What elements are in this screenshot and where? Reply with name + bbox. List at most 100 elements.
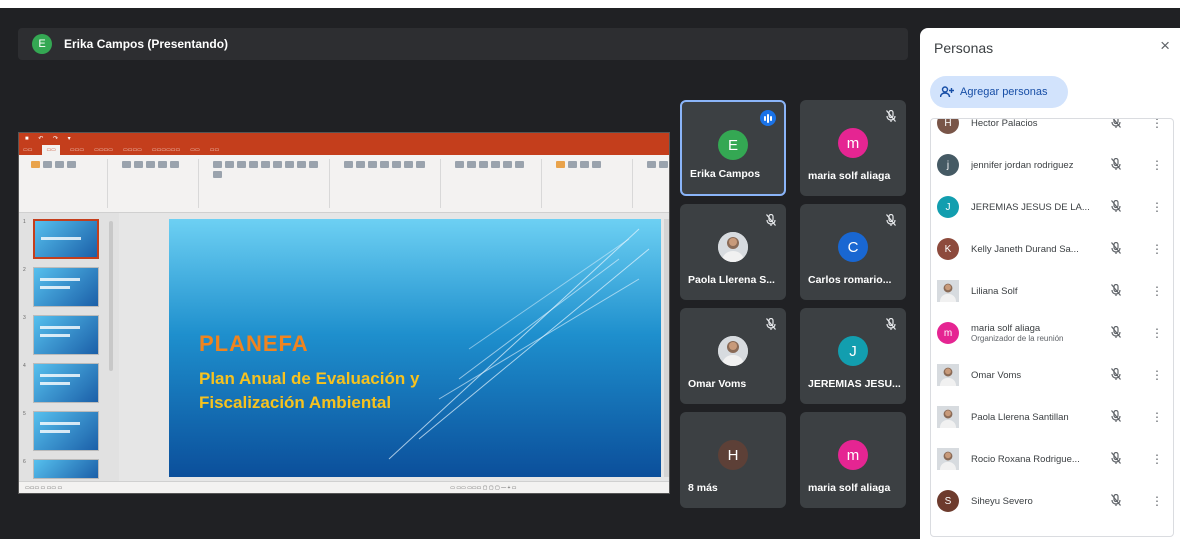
participant-avatar: m [937,322,959,344]
participant-avatar [937,448,959,470]
close-icon[interactable]: × [1160,36,1170,56]
more-options-icon[interactable]: ⋮ [1151,410,1163,424]
ribbon-group [550,159,633,208]
more-options-icon[interactable]: ⋮ [1151,242,1163,256]
participant-avatar: J [937,196,959,218]
participant-row[interactable]: H Hector Palacios ⋮ [931,119,1173,140]
ppt-title-bar: ■ ↶ ↷ ▾ [19,133,669,145]
participant-avatar: E [718,130,748,160]
mic-off-icon [886,109,896,124]
participant-name: Siheyu Severo [971,495,1033,507]
slide-thumbnail[interactable] [33,411,99,451]
slide-thumbnail[interactable] [33,459,99,479]
mic-off-icon[interactable] [1111,493,1121,509]
participant-row[interactable]: Paola Llerena Santillan ⋮ [931,400,1173,434]
presenter-label: Erika Campos (Presentando) [64,37,229,51]
ppt-tab: ▭▭ [23,147,33,153]
add-people-button[interactable]: Agregar personas [930,76,1068,108]
thumbnail-scrollbar[interactable] [109,221,113,371]
participant-row[interactable]: Omar Voms ⋮ [931,358,1173,392]
participant-tile[interactable]: E Erika Campos [680,100,786,196]
participant-tile[interactable]: C Carlos romario... [800,204,906,300]
participant-avatar: H [718,440,748,470]
ribbon-group [116,159,199,208]
people-list[interactable]: H Hector Palacios ⋮ j jennifer jordan rodrig… [930,118,1174,537]
slide-thumbnail[interactable] [33,267,99,307]
participant-tile[interactable]: Omar Voms [680,308,786,404]
participant-name: 8 más [688,482,718,494]
ribbon-group [338,159,441,208]
participant-name: Erika Campos [690,168,761,180]
participant-row[interactable]: m maria solf aliaga Organizador de la reun… [931,316,1173,350]
participant-name: Liliana Solf [971,285,1018,297]
participant-avatar [937,280,959,302]
more-options-icon[interactable]: ⋮ [1151,452,1163,466]
add-person-icon [940,86,954,98]
slide-thumbnails[interactable]: 1 2 3 4 5 6 [19,213,119,483]
presenter-avatar: E [32,34,52,54]
slide-subtitle-line2: Fiscalización Ambiental [199,393,392,412]
participant-row[interactable]: K Kelly Janeth Durand Sa... ⋮ [931,232,1173,266]
ribbon-group [641,159,669,208]
participant-tile[interactable]: m maria solf aliaga [800,100,906,196]
participant-row[interactable]: J JEREMIAS JESUS DE LA... ⋮ [931,190,1173,224]
ppt-tab: ▭▭▭▭▭▭ [151,147,181,153]
ribbon-group [449,159,542,208]
participant-name: Paola Llerena Santillan [971,411,1069,423]
quick-access-icons: ■ ↶ ↷ ▾ [25,136,75,142]
participant-tile[interactable]: H8 más [680,412,786,508]
slide-thumbnail[interactable] [33,315,99,355]
ppt-status-bar: ▭▭▭ ▭ ▭▭ ▭ ▭ ▭▭ ▭▭▭ ▢ ▢ ▢ — + ▭ [19,481,669,493]
more-options-icon[interactable]: ⋮ [1151,326,1163,340]
participant-name: Paola Llerena S... [688,274,775,286]
mic-off-icon [886,213,896,228]
shared-screen[interactable]: ■ ↶ ↷ ▾ ▭▭ ▭▭ ▭▭▭ ▭▭▭▭ ▭▭▭▭ ▭▭▭▭▭▭ ▭▭ ▭▭… [18,132,670,494]
ppt-ribbon-tabs: ▭▭ ▭▭ ▭▭▭ ▭▭▭▭ ▭▭▭▭ ▭▭▭▭▭▭ ▭▭ ▭▭ [19,145,669,155]
more-options-icon[interactable]: ⋮ [1151,284,1163,298]
participant-row[interactable]: Rocio Roxana Rodrigue... ⋮ [931,442,1173,476]
slide-thumbnail[interactable] [33,363,99,403]
mic-off-icon [766,317,776,332]
participant-avatar: m [838,128,868,158]
speaking-indicator-icon [760,110,776,126]
more-options-icon[interactable]: ⋮ [1151,158,1163,172]
slide-canvas[interactable]: PLANEFA Plan Anual de Evaluación y Fisca… [169,219,661,477]
presenter-bar: E Erika Campos (Presentando) [18,28,908,60]
participant-name: jennifer jordan rodriguez [971,159,1074,171]
participant-avatar: S [937,490,959,512]
participant-tile[interactable]: Paola Llerena S... [680,204,786,300]
participant-name: maria solf aliaga [808,170,891,182]
ppt-tab: ▭▭▭▭ [94,147,113,153]
participant-avatar: C [838,232,868,262]
mic-off-icon[interactable] [1111,157,1121,173]
mic-off-icon [886,317,896,332]
slide-scrollbar[interactable] [664,219,669,477]
participant-avatar [937,364,959,386]
ppt-tab: ▭▭ [209,147,220,153]
participant-tile[interactable]: m maria solf aliaga [800,412,906,508]
participant-avatar: J [838,336,868,366]
people-panel: Personas × Agregar personas H Hector Pala… [920,28,1180,547]
participant-name: Omar Voms [971,369,1022,381]
participant-row[interactable]: j jennifer jordan rodriguez ⋮ [931,148,1173,182]
more-options-icon[interactable]: ⋮ [1151,119,1163,130]
mic-off-icon[interactable] [1111,241,1121,257]
mic-off-icon[interactable] [1111,367,1121,383]
mic-off-icon[interactable] [1111,409,1121,425]
mic-off-icon[interactable] [1111,325,1121,341]
participant-row[interactable]: S Siheyu Severo ⋮ [931,484,1173,518]
participant-row[interactable]: Liliana Solf ⋮ [931,274,1173,308]
mic-off-icon[interactable] [1111,283,1121,299]
participant-avatar: K [937,238,959,260]
participant-tile[interactable]: J JEREMIAS JESU... [800,308,906,404]
more-options-icon[interactable]: ⋮ [1151,494,1163,508]
mic-off-icon[interactable] [1111,199,1121,215]
participant-name: JEREMIAS JESUS DE LA... [971,201,1090,213]
mic-off-icon[interactable] [1111,119,1121,131]
panel-title: Personas [934,40,994,56]
mic-off-icon[interactable] [1111,451,1121,467]
participant-name: JEREMIAS JESU... [808,378,901,390]
more-options-icon[interactable]: ⋮ [1151,368,1163,382]
more-options-icon[interactable]: ⋮ [1151,200,1163,214]
slide-thumbnail[interactable] [33,219,99,259]
